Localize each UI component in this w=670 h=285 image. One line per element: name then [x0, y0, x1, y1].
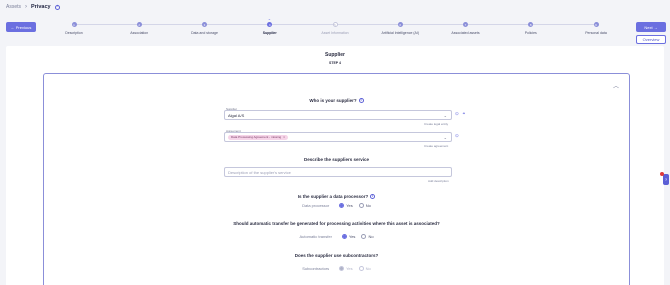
chevron-down-icon: ⌄ [267, 16, 272, 21]
transfer-radio-group: Automatic transfer Yes No [44, 234, 629, 239]
data-processor-yes[interactable]: Yes [339, 203, 353, 208]
add-description-link[interactable]: Add description [428, 179, 449, 183]
radio-no-label: No [365, 203, 371, 208]
data-processor-radio-group: Data processor Yes No [44, 203, 629, 208]
info-icon[interactable]: i [358, 98, 364, 104]
step-number[interactable]: 9 [593, 22, 599, 27]
subcontractors-label: Subcontractors [302, 266, 330, 271]
help-icon[interactable]: ? [663, 174, 669, 185]
agreement-select[interactable]: Data Processing Agreement - missing × ⌄ [224, 132, 452, 142]
agreement-chip-label: Data Processing Agreement - missing [231, 135, 282, 139]
info-icon[interactable]: i [370, 194, 376, 200]
create-agreement-link[interactable]: Create agreement [424, 144, 448, 148]
settings-icon[interactable]: ⊙ [455, 133, 459, 139]
transfer-question: Should automatic transfer be generated f… [233, 221, 440, 226]
agreement-chip[interactable]: Data Processing Agreement - missing × [228, 134, 288, 140]
radio-on[interactable] [339, 266, 345, 271]
subcontractors-radio-group: Subcontractors Yes No [44, 266, 629, 271]
supplier-card: ︿ Who is your supplier? i Supplier Algal … [43, 73, 630, 285]
supplier-select-value: Algal A/S [228, 112, 245, 118]
transfer-yes[interactable]: Yes [341, 234, 356, 239]
step-number[interactable]: 3 [202, 22, 207, 27]
data-processor-question: Is the supplier a data processor? i [44, 194, 629, 200]
previous-button[interactable]: ← Previous [6, 22, 36, 32]
data-processor-label: Data processor [302, 203, 330, 208]
step-panel: Supplier STEP 4 ︿ Who is your supplier? i… [6, 46, 664, 285]
step-number[interactable]: 6 [397, 22, 403, 27]
panel-step-label: STEP 4 [329, 61, 341, 65]
service-question: Describe the suppliers service [303, 157, 370, 162]
chevron-up-icon[interactable]: ︿ [613, 81, 619, 90]
radio-off[interactable] [358, 203, 364, 208]
chevron-down-icon[interactable]: ⌄ [444, 113, 447, 118]
step-number[interactable]: 8 [528, 22, 534, 27]
next-button[interactable]: Next → [636, 22, 666, 32]
info-icon[interactable]: i [54, 4, 60, 10]
radio-no-label: No [365, 266, 371, 271]
step-number[interactable]: 4 [267, 22, 273, 27]
data-processor-question-text: Is the supplier a data processor? [297, 194, 369, 199]
step-label: Personal data [585, 30, 607, 35]
subcontractors-no[interactable]: No [358, 266, 371, 271]
data-processor-no[interactable]: No [358, 203, 371, 208]
supplier-question: Who is your supplier? i [44, 98, 629, 104]
link-icon[interactable]: ⚭ [462, 111, 466, 117]
page-title: Privacy [31, 4, 51, 10]
radio-off[interactable] [358, 266, 364, 271]
breadcrumb-separator: › [25, 4, 28, 10]
radio-no-label: No [368, 234, 374, 239]
close-icon[interactable]: × [283, 135, 285, 139]
radio-on[interactable] [341, 234, 347, 239]
supplier-select[interactable]: Algal A/S ⌄ [224, 110, 452, 120]
radio-yes-label: Yes [346, 266, 353, 271]
chevron-down-icon[interactable]: ⌄ [444, 135, 447, 140]
subcontractors-question: Does the supplier use subcontractors? [294, 253, 379, 258]
notification-dot [660, 172, 664, 176]
step-number[interactable]: 7 [463, 22, 468, 27]
overview-button[interactable]: Overview [636, 35, 666, 44]
service-description-input[interactable]: Description of the supplier's service [224, 167, 452, 177]
stepper: 1 Description 2 Association 3 Data and storag… [65, 16, 607, 38]
transfer-no[interactable]: No [361, 234, 374, 239]
settings-icon[interactable]: ⊙ [455, 111, 459, 117]
radio-yes-label: Yes [346, 203, 353, 208]
create-legal-entity-link[interactable]: Create legal entity [424, 122, 448, 126]
radio-yes-label: Yes [348, 234, 356, 239]
radio-off[interactable] [361, 234, 367, 239]
radio-on[interactable] [339, 203, 345, 208]
panel-title: Supplier [324, 52, 345, 58]
step-number[interactable]: 1 [71, 22, 77, 27]
breadcrumb-assets-link[interactable]: Assets [6, 4, 21, 10]
supplier-question-text: Who is your supplier? [309, 98, 357, 103]
transfer-label: Automatic transfer [299, 234, 332, 239]
subcontractors-yes[interactable]: Yes [339, 266, 353, 271]
step-number[interactable]: 2 [136, 22, 142, 27]
step-number[interactable]: 5 [332, 22, 338, 27]
breadcrumb: Assets › Privacy i [6, 4, 60, 10]
